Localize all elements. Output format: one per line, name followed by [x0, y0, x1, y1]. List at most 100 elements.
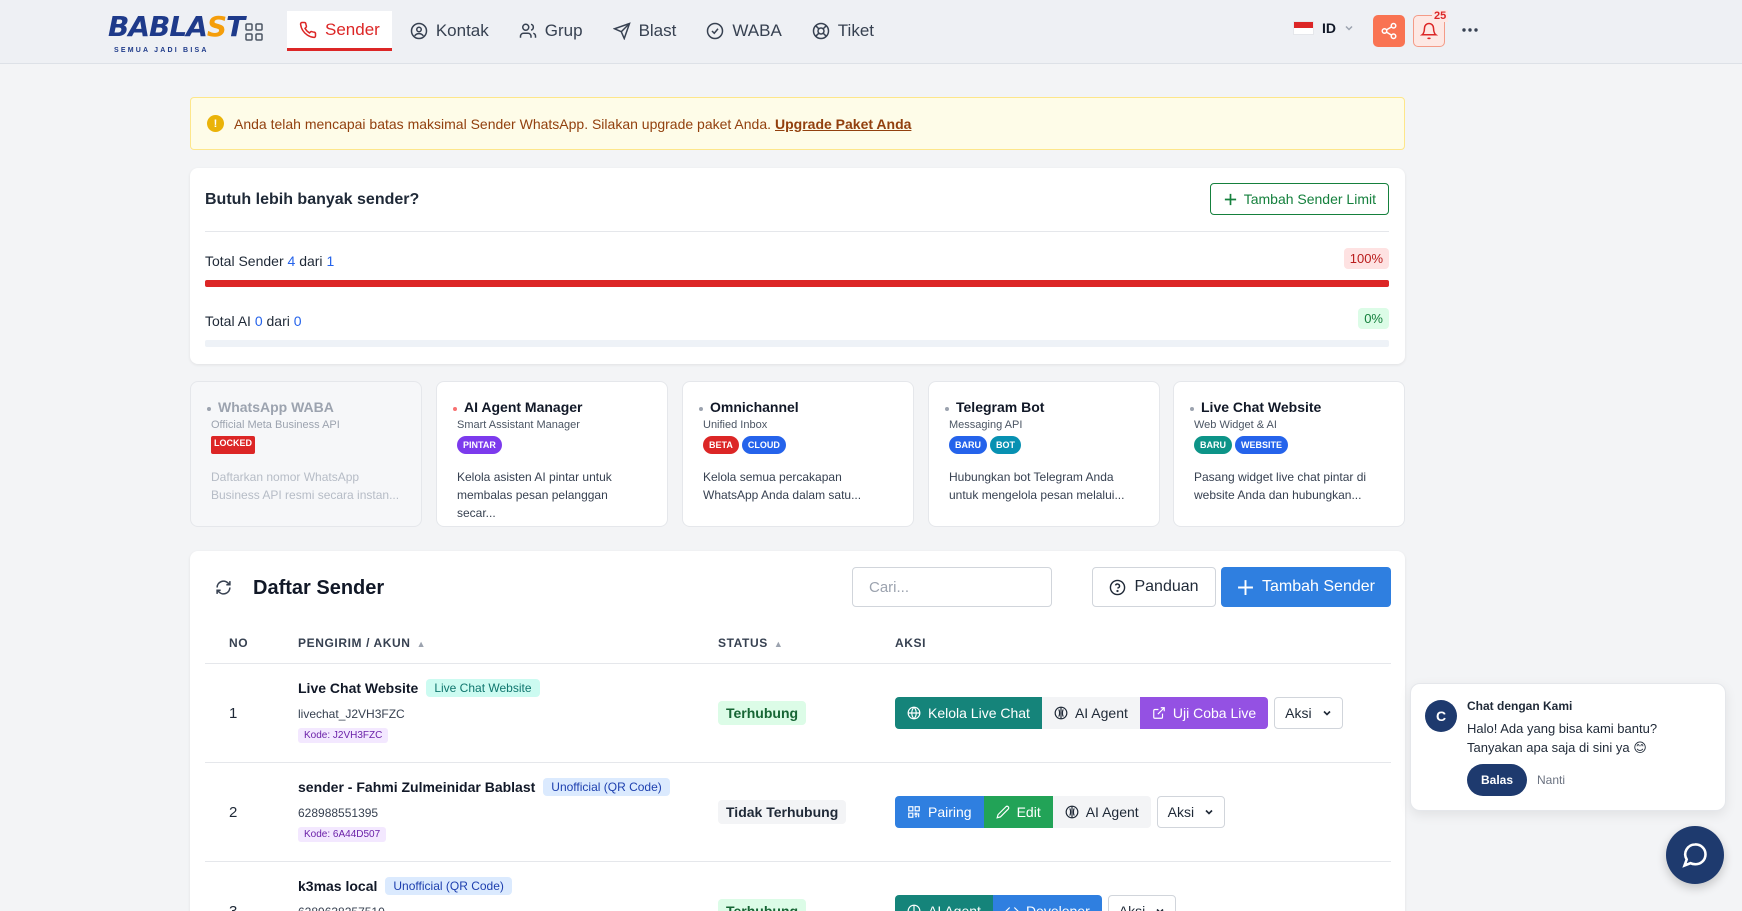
- guide-button[interactable]: Panduan: [1092, 567, 1216, 607]
- more-actions-dropdown[interactable]: Aksi: [1274, 697, 1343, 729]
- chat-reply-button[interactable]: Balas: [1467, 764, 1528, 796]
- sender-usage-fill: [205, 280, 1389, 287]
- sender-usage-bar: [205, 280, 1389, 287]
- upgrade-link[interactable]: Upgrade Paket Anda: [775, 116, 911, 132]
- ai-usage-percent: 0%: [1358, 308, 1389, 329]
- test-live-button[interactable]: Uji Coba Live: [1139, 697, 1269, 729]
- sender-code-badge: Kode: J2VH3FZC: [298, 728, 389, 743]
- contact-icon: [410, 22, 428, 40]
- edit-button[interactable]: Edit: [983, 796, 1053, 828]
- nav-sender[interactable]: Sender: [287, 11, 392, 51]
- code-icon: [1005, 907, 1019, 911]
- cloud-badge: CLOUD: [741, 436, 786, 454]
- chat-popup: C Chat dengan Kami Halo! Ada yang bisa k…: [1410, 683, 1726, 811]
- nav-grup[interactable]: Grup: [507, 11, 595, 51]
- row-actions: Kelola Live Chat AI Agent Uji Coba Live …: [895, 697, 1343, 729]
- apps-grid-icon[interactable]: [244, 22, 264, 42]
- notification-count-badge: 25: [1432, 10, 1449, 22]
- chevron-down-icon: [1205, 809, 1213, 815]
- lifebuoy-icon: [812, 22, 830, 40]
- add-sender-button[interactable]: Tambah Sender: [1221, 567, 1391, 607]
- feature-card-whatsapp-waba[interactable]: WhatsApp WABA Official Meta Business API…: [190, 381, 422, 527]
- avatar: C: [1425, 700, 1457, 732]
- more-actions-dropdown[interactable]: Aksi: [1107, 895, 1177, 911]
- qr-code-icon: [908, 806, 920, 818]
- ai-usage-row: Total AI 0 dari 0 0%: [205, 308, 1389, 329]
- chat-popup-message: Halo! Ada yang bisa kami bantu? Tanyakan…: [1467, 721, 1658, 755]
- refresh-icon[interactable]: [215, 579, 232, 596]
- globe-icon: [907, 706, 921, 720]
- column-header-actions: AKSI: [895, 636, 927, 650]
- status-badge: Tidak Terhubung: [718, 800, 847, 824]
- check-circle-icon: [707, 22, 724, 40]
- row-actions: AI Agent Developer Aksi: [895, 895, 1177, 911]
- ai-agent-icon: [1054, 706, 1068, 720]
- chevron-down-icon: [1156, 908, 1164, 911]
- plus-icon: [1224, 193, 1236, 205]
- ai-agent-icon: [1065, 805, 1079, 819]
- column-header-status[interactable]: STATUS ▲: [718, 636, 783, 650]
- ai-agent-button[interactable]: AI Agent: [895, 895, 993, 911]
- baru-badge: BARU: [949, 436, 987, 454]
- locked-badge: LOCKED: [211, 436, 255, 454]
- nav-blast[interactable]: Blast: [601, 11, 689, 51]
- sender-list-card: Daftar Sender Panduan Tambah Sender NO P…: [190, 551, 1405, 911]
- sender-limit-alert: ! Anda telah mencapai batas maksimal Sen…: [190, 97, 1405, 150]
- ai-agent-button[interactable]: AI Agent: [1041, 697, 1140, 729]
- sender-account: livechat_J2VH3FZC: [298, 707, 405, 721]
- website-badge: WEBSITE: [1235, 436, 1289, 454]
- chat-bubble-icon: [1682, 843, 1707, 868]
- nav-tiket[interactable]: Tiket: [800, 11, 886, 51]
- sender-type-badge: Unofficial (QR Code): [385, 877, 512, 895]
- help-circle-icon: [1110, 579, 1126, 595]
- more-horizontal-icon[interactable]: [1460, 20, 1480, 40]
- status-badge: Terhubung: [718, 701, 807, 725]
- row-actions: Pairing Edit AI Agent Aksi: [895, 796, 1226, 828]
- sort-arrow-icon: ▲: [773, 639, 784, 649]
- limit-card: Butuh lebih banyak sender? Tambah Sender…: [190, 168, 1405, 364]
- divider: [205, 231, 1389, 232]
- chat-later-button[interactable]: Nanti: [1537, 773, 1565, 787]
- sender-usage-label: Total Sender 4 dari 1: [205, 253, 335, 269]
- status-badge: Terhubung: [718, 899, 807, 911]
- feature-card-omnichannel[interactable]: Omnichannel Unified Inbox BETA CLOUD Kel…: [682, 381, 914, 527]
- nav-waba[interactable]: WABA: [694, 11, 793, 51]
- sender-account: 6289638257510: [298, 905, 385, 911]
- pencil-icon: [995, 805, 1009, 819]
- manage-live-chat-button[interactable]: Kelola Live Chat: [895, 697, 1042, 729]
- brand-logo[interactable]: BABLAST SEMUA JADI BISA: [108, 12, 245, 55]
- more-actions-dropdown[interactable]: Aksi: [1156, 796, 1226, 828]
- sort-arrow-icon: ▲: [416, 639, 427, 649]
- feature-card-live-chat-website[interactable]: Live Chat Website Web Widget & AI BARU W…: [1173, 381, 1405, 527]
- sender-account: 628988551395: [298, 806, 379, 820]
- share-icon: [1381, 22, 1397, 40]
- feature-card-telegram-bot[interactable]: Telegram Bot Messaging API BARU BOT Hubu…: [928, 381, 1160, 527]
- beta-badge: BETA: [703, 436, 739, 454]
- language-selector[interactable]: ID: [1293, 20, 1354, 36]
- developer-button[interactable]: Developer: [992, 895, 1102, 911]
- group-icon: [519, 23, 537, 38]
- nav-kontak[interactable]: Kontak: [398, 11, 501, 51]
- open-chat-button[interactable]: [1666, 826, 1724, 884]
- sender-list-title: Daftar Sender: [253, 577, 385, 599]
- ai-agent-button[interactable]: AI Agent: [1052, 796, 1151, 828]
- add-sender-limit-button[interactable]: Tambah Sender Limit: [1209, 183, 1389, 215]
- sender-name: sender - Fahmi Zulmeinidar Bablast Unoff…: [298, 778, 670, 796]
- pintar-badge: PINTAR: [457, 436, 502, 454]
- chevron-down-icon: [1345, 25, 1353, 31]
- send-icon: [612, 22, 631, 40]
- sender-name: k3mas local Unofficial (QR Code): [298, 877, 512, 895]
- indonesia-flag-icon: [1293, 21, 1314, 35]
- feature-card-ai-agent-manager[interactable]: AI Agent Manager Smart Assistant Manager…: [436, 381, 668, 527]
- bell-icon: [1420, 22, 1438, 40]
- ai-agent-icon: [907, 904, 921, 911]
- top-navbar: BABLAST SEMUA JADI BISA Sender Kontak Gr…: [0, 0, 1742, 64]
- search-input[interactable]: [852, 567, 1052, 607]
- pairing-button[interactable]: Pairing: [895, 796, 984, 828]
- column-header-no: NO: [229, 636, 249, 650]
- limit-title: Butuh lebih banyak sender?: [205, 191, 420, 208]
- column-header-sender[interactable]: PENGIRIM / AKUN ▲: [298, 636, 426, 650]
- share-button[interactable]: [1373, 15, 1405, 47]
- sender-usage-percent: 100%: [1343, 248, 1389, 269]
- baru-badge: BARU: [1194, 436, 1232, 454]
